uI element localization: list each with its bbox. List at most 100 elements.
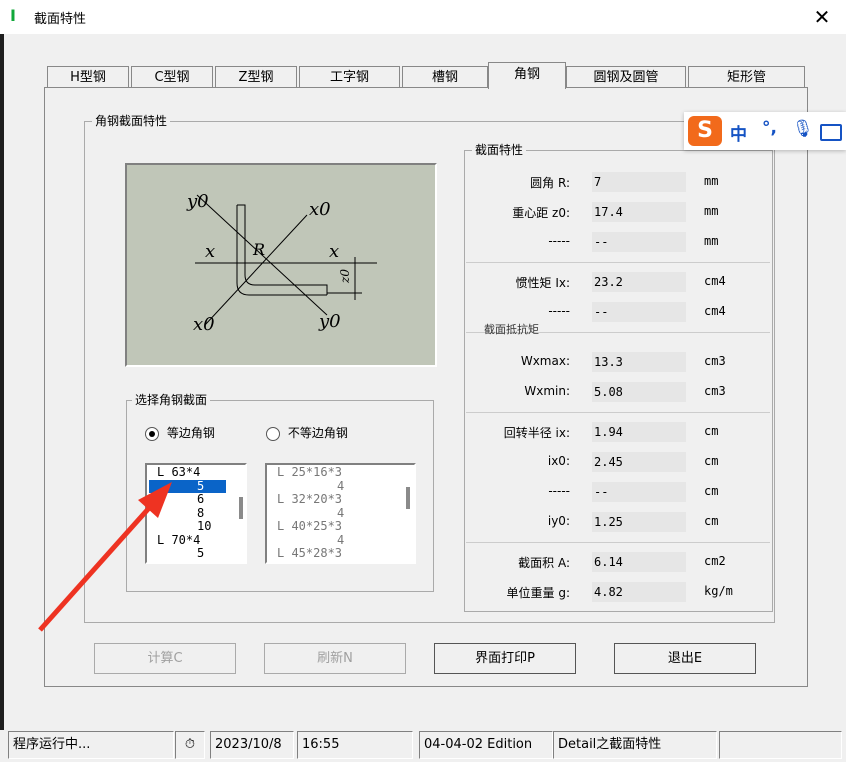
- background-window-edge: [0, 34, 4, 734]
- prop-label: 回转半径 ix:: [503, 426, 570, 440]
- select-angle-group-title: 选择角钢截面: [132, 391, 211, 408]
- ime-logo-icon: S: [688, 116, 722, 146]
- tab-angle[interactable]: 角钢: [488, 62, 566, 89]
- prop-value: 7: [592, 172, 686, 192]
- prop-value: 23.2: [592, 272, 686, 292]
- list-scrollbar[interactable]: [239, 497, 243, 519]
- radio-equal-label: 等边角钢: [166, 426, 215, 440]
- list-item[interactable]: 4: [275, 533, 393, 548]
- list-item[interactable]: 4: [275, 506, 393, 521]
- ime-mode[interactable]: 中: [730, 120, 747, 145]
- prop-value: 2.45: [592, 452, 686, 472]
- label-x-left: x: [205, 241, 215, 262]
- close-button[interactable]: ✕: [806, 2, 838, 32]
- list-item[interactable]: L 45*28*3: [275, 546, 393, 561]
- prop-label: Wxmax:: [520, 354, 570, 368]
- prop-unit: cm4: [704, 304, 726, 318]
- exit-button[interactable]: 退出E: [614, 643, 756, 674]
- prop-label: Wxmin:: [524, 384, 570, 398]
- prop-value: 1.25: [592, 512, 686, 532]
- prop-value: 6.14: [592, 552, 686, 572]
- status-time: 16:55: [297, 731, 413, 759]
- prop-value: --: [592, 302, 686, 322]
- status-edition: 04-04-02 Edition: [419, 731, 553, 759]
- angle-section-drawing: y0 x0 x R x x0 y0 z0: [186, 191, 377, 335]
- annotation-arrow: [38, 482, 172, 632]
- refresh-button[interactable]: 刷新N: [264, 643, 406, 674]
- prop-unit: cm4: [704, 274, 726, 288]
- prop-label: 惯性矩 Ix:: [515, 276, 571, 290]
- label-x0-top: x0: [309, 199, 331, 220]
- tab-channel[interactable]: 槽钢: [402, 66, 488, 89]
- status-date: 2023/10/8: [210, 731, 294, 759]
- divider: [466, 412, 770, 413]
- label-y0-top: y0: [186, 191, 209, 212]
- prop-value: 4.82: [592, 582, 686, 602]
- close-icon: ✕: [813, 5, 831, 29]
- section-diagram: y0 x0 x R x x0 y0 z0: [125, 163, 437, 367]
- tab-i-beam[interactable]: 工字钢: [299, 66, 400, 89]
- prop-label: -----: [548, 304, 570, 318]
- status-detail: Detail之截面特性: [553, 731, 717, 759]
- title-bar: Ⅰ 截面特性 ✕: [0, 0, 846, 34]
- status-running: 程序运行中...: [8, 731, 174, 759]
- tab-z-steel[interactable]: Z型钢: [215, 66, 297, 89]
- prop-label: iy0:: [547, 514, 570, 528]
- window-title: 截面特性: [34, 12, 87, 27]
- prop-unit: kg/m: [704, 584, 733, 598]
- prop-value: 17.4: [592, 202, 686, 222]
- divider: [466, 262, 770, 263]
- tab-c-steel[interactable]: C型钢: [131, 66, 213, 89]
- list-item[interactable]: L 40*25*3: [275, 519, 393, 534]
- prop-value: --: [592, 482, 686, 502]
- label-x-right: x: [329, 241, 339, 262]
- prop-value: 5.08: [592, 382, 686, 402]
- section-modulus-label: 截面抵抗矩: [484, 323, 539, 336]
- unequal-angle-list[interactable]: L 25*16*3 4 L 32*20*3 4 L 40*25*3 4 L 45*28*3: [265, 463, 416, 564]
- tab-round-pipe[interactable]: 圆钢及圆管: [566, 66, 686, 89]
- radio-checked-icon: [145, 426, 159, 441]
- list-item[interactable]: 4: [275, 479, 393, 494]
- microphone-icon[interactable]: 🎙: [792, 119, 814, 139]
- tab-h-steel[interactable]: H型钢: [47, 66, 129, 89]
- keyboard-icon[interactable]: [820, 124, 842, 141]
- calc-button[interactable]: 计算C: [94, 643, 236, 674]
- prop-unit: cm3: [704, 384, 726, 398]
- radio-unequal-label: 不等边角钢: [287, 426, 348, 440]
- prop-unit: mm: [704, 204, 719, 218]
- prop-label: 圆角 R:: [530, 176, 570, 190]
- prop-unit: mm: [704, 234, 719, 248]
- list-item[interactable]: L 25*16*3: [275, 465, 393, 480]
- radio-unchecked-icon: [266, 426, 280, 441]
- prop-unit: cm3: [704, 354, 726, 368]
- ime-toolbar[interactable]: S 中 °, 🎙: [684, 112, 846, 150]
- prop-label: 单位重量 g:: [506, 586, 570, 600]
- label-z0: z0: [338, 269, 352, 284]
- list-scrollbar[interactable]: [406, 487, 410, 509]
- prop-unit: mm: [704, 174, 719, 188]
- status-empty-cell: [719, 731, 842, 759]
- radio-unequal-angle[interactable]: 不等边角钢: [266, 424, 348, 441]
- prop-unit: cm: [704, 454, 719, 468]
- prop-label: 截面积 A:: [518, 556, 570, 570]
- list-item[interactable]: L 32*20*3: [275, 492, 393, 507]
- label-y0-bottom: y0: [318, 311, 341, 332]
- punctuation-icon[interactable]: °,: [762, 118, 777, 138]
- prop-label: 重心距 z0:: [512, 206, 570, 220]
- prop-value: 1.94: [592, 422, 686, 442]
- tab-rect-tube[interactable]: 矩形管: [688, 66, 805, 89]
- prop-value: --: [592, 232, 686, 252]
- prop-unit: cm: [704, 484, 719, 498]
- radio-equal-angle[interactable]: 等边角钢: [145, 424, 215, 441]
- prop-value: 13.3: [592, 352, 686, 372]
- prop-label: -----: [548, 234, 570, 248]
- properties-group-title: 截面特性: [472, 141, 527, 158]
- angle-section-group-title: 角钢截面特性: [92, 112, 171, 129]
- label-x0-bottom: x0: [193, 314, 215, 335]
- divider: [466, 542, 770, 543]
- print-button[interactable]: 界面打印P: [434, 643, 576, 674]
- label-r: R: [252, 240, 265, 259]
- prop-label: -----: [548, 484, 570, 498]
- prop-label: ix0:: [547, 454, 570, 468]
- prop-unit: cm: [704, 424, 719, 438]
